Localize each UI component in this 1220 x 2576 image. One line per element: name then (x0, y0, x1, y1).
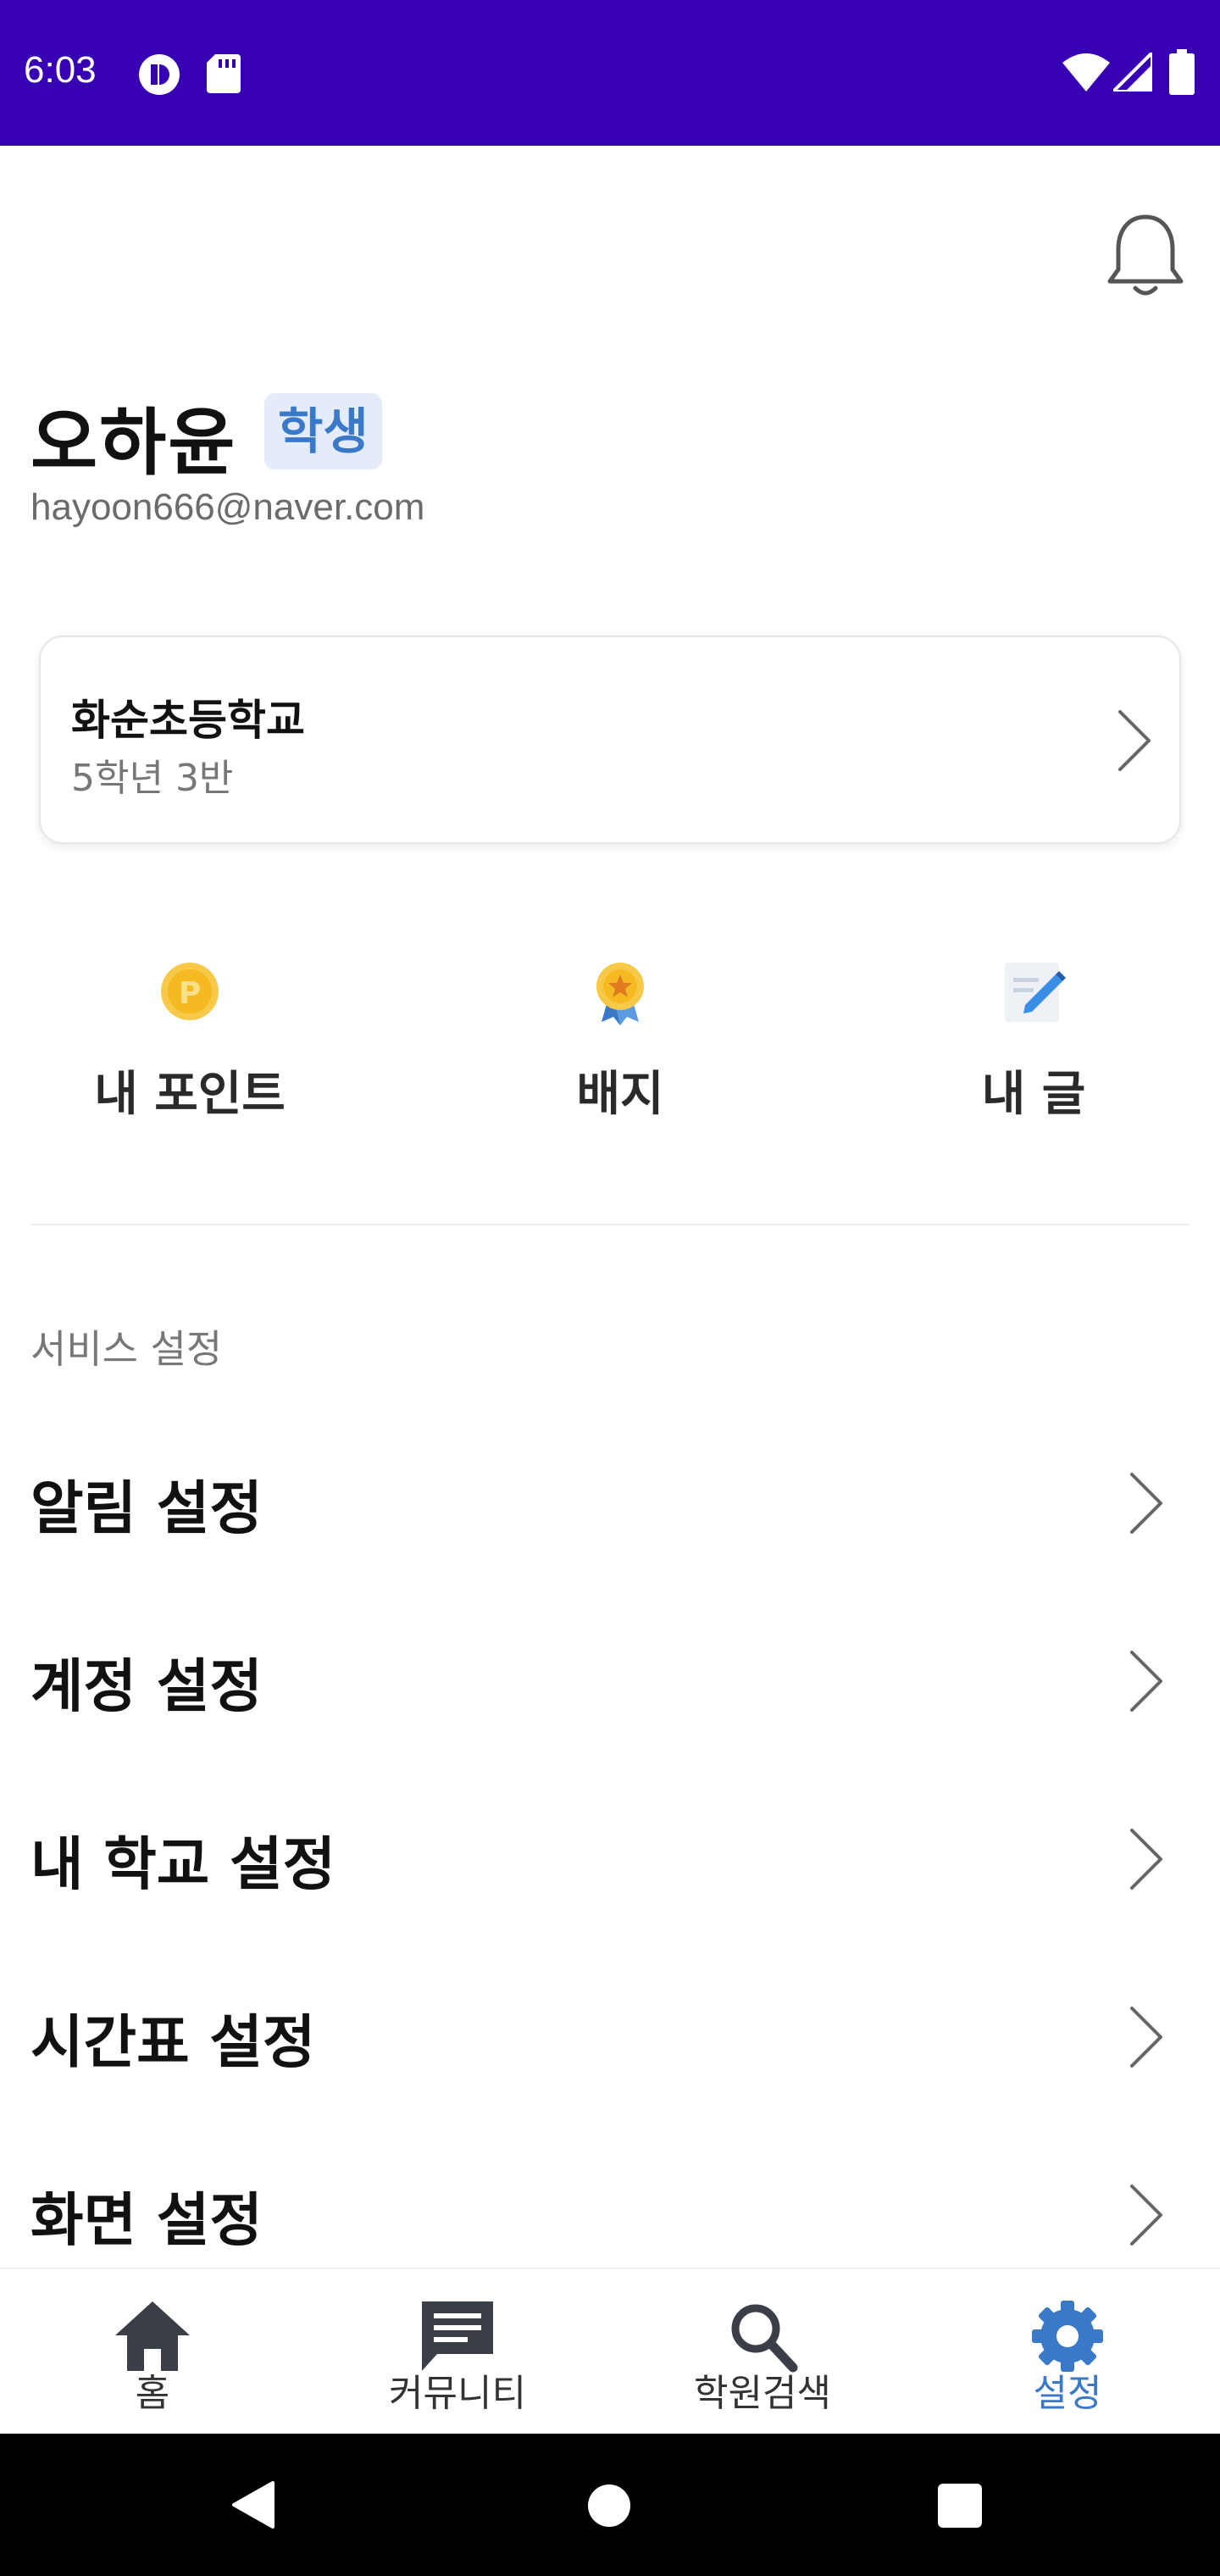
divider (30, 1224, 1190, 1225)
nav-label: 학원검색 (694, 2372, 831, 2415)
menu-item-label: 시간표 설정 (30, 2009, 316, 2077)
badge-medal-icon (596, 963, 644, 1025)
menu-item-notification-settings[interactable]: 알림 설정 (0, 1427, 1220, 1579)
quick-action-label: 배지 (576, 1067, 664, 1122)
point-coin-icon: P (161, 963, 219, 1020)
chevron-right-icon (1130, 1829, 1162, 1890)
app-notification-icon (139, 54, 180, 95)
nav-community[interactable]: 커뮤니티 (305, 2269, 610, 2435)
recents-icon[interactable] (937, 2483, 983, 2529)
menu-item-label: 계정 설정 (30, 1653, 263, 1721)
role-badge: 학생 (264, 393, 382, 469)
cell-signal-icon (1113, 53, 1152, 92)
menu-item-label: 내 학교 설정 (30, 1831, 336, 1899)
menu-item-timetable-settings[interactable]: 시간표 설정 (0, 1961, 1220, 2113)
nav-home[interactable]: 홈 (0, 2269, 305, 2435)
bottom-nav: 홈 커뮤니티 학원검색 설정 (0, 2268, 1220, 2434)
menu-item-school-settings[interactable]: 내 학교 설정 (0, 1783, 1220, 1935)
school-name: 화순초등학교 (71, 696, 305, 745)
chevron-right-icon (1118, 710, 1151, 771)
quick-action-my-points[interactable]: P 내 포인트 (63, 958, 317, 1124)
nav-label: 설정 (1033, 2372, 1102, 2415)
menu-item-label: 화면 설정 (30, 2187, 263, 2255)
menu-item-label: 알림 설정 (30, 1475, 263, 1543)
chevron-right-icon (1130, 2007, 1162, 2068)
back-icon[interactable] (229, 2479, 276, 2530)
school-card[interactable]: 화순초등학교 5학년 3반 (39, 636, 1181, 844)
menu-item-account-settings[interactable]: 계정 설정 (0, 1605, 1220, 1757)
school-class: 5학년 3반 (71, 757, 234, 800)
quick-action-label: 내 글 (981, 1067, 1086, 1122)
nav-label: 커뮤니티 (389, 2372, 526, 2415)
chevron-right-icon (1130, 2185, 1162, 2246)
quick-action-label: 내 포인트 (94, 1067, 286, 1122)
sd-card-icon (207, 54, 241, 93)
quick-action-my-posts[interactable]: 내 글 (907, 958, 1161, 1124)
bell-icon[interactable] (1103, 210, 1188, 303)
system-nav-bar (0, 2434, 1220, 2576)
chevron-right-icon (1130, 1473, 1162, 1534)
section-title: 서비스 설정 (30, 1326, 223, 1372)
svg-text:P: P (179, 976, 201, 1011)
profile-email: hayoon666@naver.com (30, 486, 425, 528)
home-button-icon[interactable] (586, 2483, 632, 2529)
chevron-right-icon (1130, 1651, 1162, 1712)
nav-label: 홈 (135, 2372, 170, 2415)
nav-settings[interactable]: 설정 (915, 2269, 1220, 2435)
nav-academy-search[interactable]: 학원검색 (610, 2269, 915, 2435)
profile-name: 오하윤 (30, 401, 237, 486)
battery-icon (1169, 49, 1195, 95)
my-posts-pencil-icon (1005, 963, 1066, 1022)
status-time: 6:03 (24, 49, 97, 91)
wifi-icon (1062, 53, 1110, 92)
quick-action-badge[interactable]: 배지 (493, 958, 747, 1124)
status-bar: 6:03 (0, 0, 1220, 146)
